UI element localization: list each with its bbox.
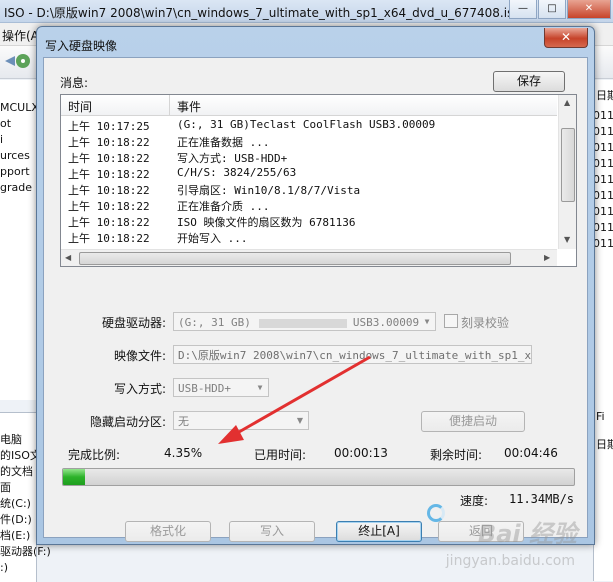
watermark-logo: Bai 经验 bbox=[477, 520, 577, 548]
annotation-arrow-icon bbox=[218, 355, 371, 444]
watermark-url: jingyan.baidu.com bbox=[445, 553, 575, 569]
